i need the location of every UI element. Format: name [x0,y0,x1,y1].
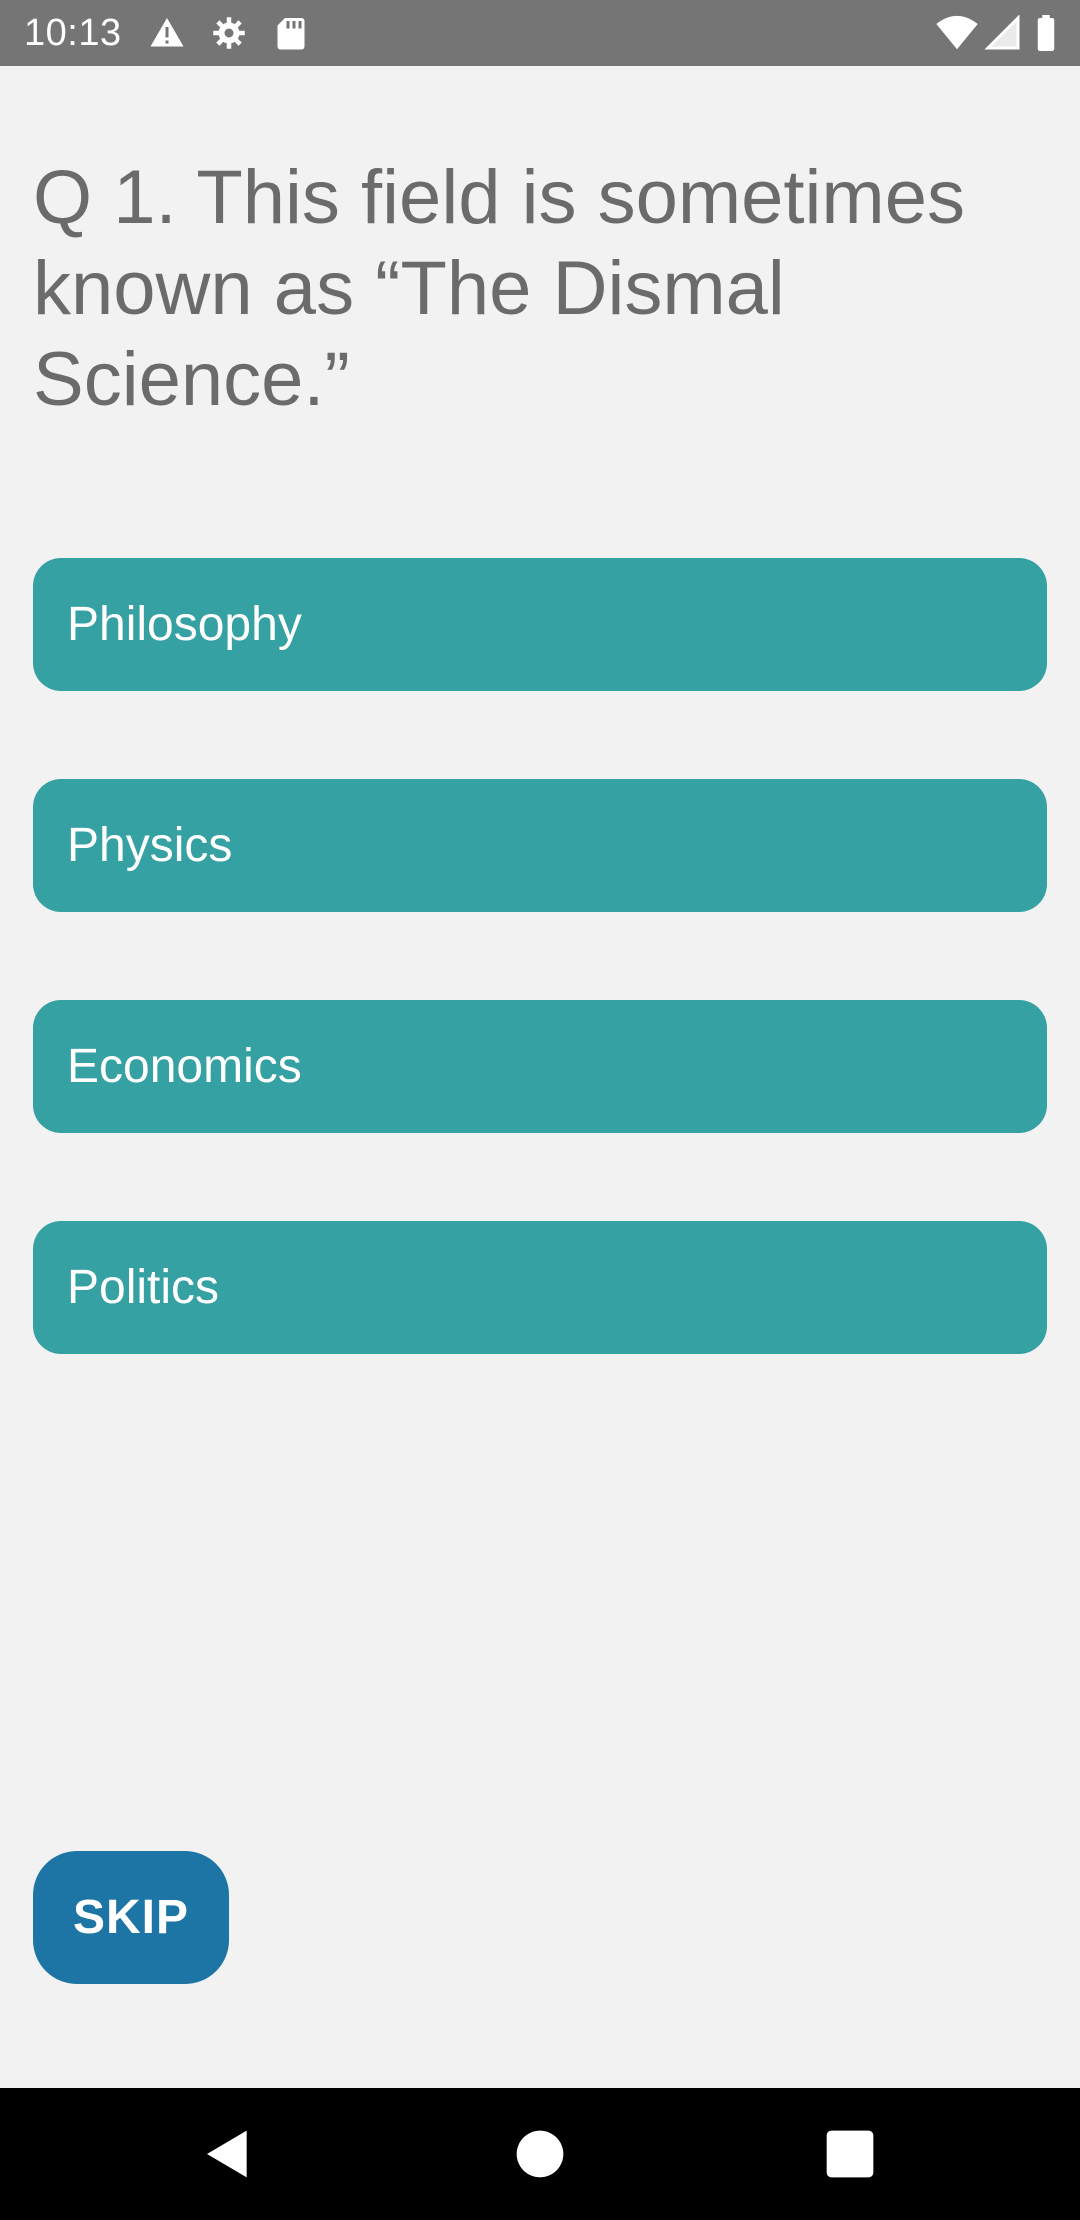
navigation-bar [0,2088,1080,2220]
answer-button-physics[interactable]: Physics [33,779,1047,912]
back-icon[interactable] [200,2126,256,2182]
status-time: 10:13 [24,12,122,54]
signal-icon [984,15,1022,51]
home-icon[interactable] [512,2126,568,2182]
battery-icon [1034,15,1058,51]
answer-button-economics[interactable]: Economics [33,1000,1047,1133]
recents-icon[interactable] [822,2126,878,2182]
question-text: Q 1. This field is sometimes known as “T… [33,155,966,422]
answer-button-philosophy[interactable]: Philosophy [33,558,1047,691]
wifi-icon [935,15,979,51]
skip-button[interactable]: SKIP [33,1851,229,1984]
status-bar: 10:13 [0,0,1080,66]
gear-icon [210,15,248,51]
answer-button-politics[interactable]: Politics [33,1221,1047,1354]
warning-icon [148,15,186,51]
sd-card-icon [272,15,310,51]
